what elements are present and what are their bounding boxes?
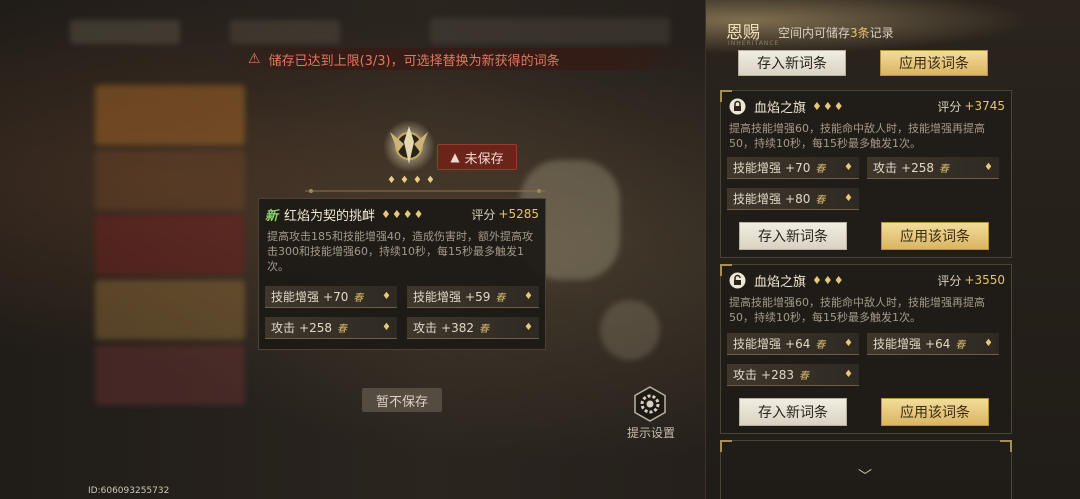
stat-row: 技能增强 +64 春 ♦ xyxy=(727,333,859,355)
rune-icon: 春 xyxy=(478,324,489,335)
apply-affix-button[interactable]: 应用该词条 xyxy=(880,50,988,76)
stat-row: 攻击 +283 春 ♦ xyxy=(727,364,859,386)
affix-description: 提高技能增强60，技能命中敌人时，技能增强再提高50，持续10秒，每15秒最多触… xyxy=(729,122,985,150)
store-new-button[interactable]: 存入新词条 xyxy=(739,398,847,426)
blurred-back-button xyxy=(70,20,180,44)
score-value: +5285 xyxy=(498,207,539,221)
frame-corner xyxy=(1000,440,1012,452)
gem-rating-icon: ♦♦♦♦ xyxy=(381,207,425,221)
affix-title: 红焰为契的挑衅 xyxy=(284,208,376,224)
gem-icon: ♦ xyxy=(524,291,533,302)
blurred-list-item xyxy=(95,85,245,145)
chevron-down-icon[interactable]: ﹀ xyxy=(858,466,872,486)
blurred-gem-art xyxy=(600,300,660,360)
unsaved-badge: ▲ 未保存 xyxy=(437,144,517,170)
rune-icon: 春 xyxy=(955,340,966,351)
gear-icon[interactable] xyxy=(632,386,668,422)
warning-text: 储存已达到上限(3/3)，可选择替换为新获得的词条 xyxy=(268,53,560,69)
gem-icon: ♦ xyxy=(382,291,391,302)
alert-icon: ▲ xyxy=(450,150,460,164)
score-label: 评分 xyxy=(471,207,496,222)
rune-icon: 春 xyxy=(815,195,826,206)
blurred-list-item xyxy=(95,215,245,275)
gem-rating-icon: ♦♦♦ xyxy=(812,273,845,287)
stored-affix-card: 血焰之旗 ♦♦♦ 评分 +3550 提高技能增强60，技能命中敌人时，技能增强再… xyxy=(720,264,1012,434)
new-tag: 新 xyxy=(265,208,279,224)
stat-row: 技能增强 +70 春 ♦ xyxy=(265,286,397,308)
rune-icon: 春 xyxy=(798,371,809,382)
stat-row: 攻击 +258 春 ♦ xyxy=(867,157,999,179)
stat-row: 攻击 +258 春 ♦ xyxy=(265,317,397,339)
stat-row: 技能增强 +70 春 ♦ xyxy=(727,157,859,179)
rune-icon: 春 xyxy=(336,324,347,335)
storage-full-warning: ⚠ 储存已达到上限(3/3)，可选择替换为新获得的词条 xyxy=(230,48,700,70)
affix-title: 血焰之旗 xyxy=(754,274,807,290)
stat-row: 技能增强 +59 春 ♦ xyxy=(407,286,539,308)
gem-icon: ♦ xyxy=(844,193,853,204)
stat-row: 攻击 +382 春 ♦ xyxy=(407,317,539,339)
panel-subtitle: INHERITANCE xyxy=(728,40,780,47)
storage-capacity-note: 空间内可储存3条记录 xyxy=(778,26,894,40)
warning-triangle-icon: ⚠ xyxy=(248,51,261,67)
rune-icon: 春 xyxy=(353,293,364,304)
skip-save-button[interactable]: 暂不保存 xyxy=(362,388,442,412)
rune-icon: 春 xyxy=(815,340,826,351)
gem-icon: ♦ xyxy=(984,162,993,173)
gem-icon: ♦ xyxy=(382,322,391,333)
gem-icon: ♦ xyxy=(984,338,993,349)
gem-rating-icon: ♦♦♦ xyxy=(812,99,845,113)
rune-icon: 春 xyxy=(815,164,826,175)
score-value: +3550 xyxy=(964,273,1005,287)
store-new-button[interactable]: 存入新词条 xyxy=(738,50,846,76)
blurred-list-item xyxy=(95,150,245,210)
storage-panel: 恩赐 INHERITANCE 空间内可储存3条记录 存入新词条 应用该词条 血焰… xyxy=(705,0,1080,499)
rune-icon: 春 xyxy=(495,293,506,304)
score-value: +3745 xyxy=(964,99,1005,113)
gem-icon: ♦ xyxy=(844,162,853,173)
blurred-list-item xyxy=(95,280,245,340)
lock-icon[interactable] xyxy=(729,98,746,115)
affix-title: 血焰之旗 xyxy=(754,100,807,116)
affix-header: 新 红焰为契的挑衅 ♦♦♦♦ 评分 +5285 xyxy=(265,203,539,225)
affix-description: 提高攻击185和技能增强40，造成伤害时，额外提高攻击300和技能增强60，持续… xyxy=(267,230,533,273)
affix-header: 血焰之旗 ♦♦♦ 评分 +3550 xyxy=(729,269,1005,291)
frame-corner xyxy=(720,440,732,452)
stored-affix-card: 血焰之旗 ♦♦♦ 评分 +3745 提高技能增强60，技能命中敌人时，技能增强再… xyxy=(720,90,1012,258)
player-id: ID:606093255732 xyxy=(88,486,170,496)
rune-icon: 春 xyxy=(938,164,949,175)
blurred-list-item xyxy=(95,345,245,405)
stat-row: 技能增强 +80 春 ♦ xyxy=(727,188,859,210)
affix-description: 提高技能增强60，技能命中敌人时，技能增强再提高50，持续10秒，每15秒最多触… xyxy=(729,296,985,324)
stat-row: 技能增强 +64 春 ♦ xyxy=(867,333,999,355)
new-affix-card: 新 红焰为契的挑衅 ♦♦♦♦ 评分 +5285 提高攻击185和技能增强40，造… xyxy=(258,198,546,350)
blurred-header xyxy=(430,18,670,44)
ornament-divider xyxy=(305,189,545,193)
unlock-icon[interactable] xyxy=(729,272,746,289)
store-new-button[interactable]: 存入新词条 xyxy=(739,222,847,250)
settings-label[interactable]: 提示设置 xyxy=(618,424,684,441)
gem-icon: ♦ xyxy=(844,338,853,349)
apply-affix-button[interactable]: 应用该词条 xyxy=(881,398,989,426)
blurred-tab xyxy=(230,20,340,44)
rarity-dots: ♦♦♦♦ xyxy=(387,175,439,186)
score-label: 评分 xyxy=(937,99,962,114)
crest-emblem-icon xyxy=(383,120,435,172)
score-label: 评分 xyxy=(937,273,962,288)
affix-header: 血焰之旗 ♦♦♦ 评分 +3745 xyxy=(729,95,1005,117)
gem-icon: ♦ xyxy=(524,322,533,333)
apply-affix-button[interactable]: 应用该词条 xyxy=(881,222,989,250)
gem-icon: ♦ xyxy=(844,369,853,380)
